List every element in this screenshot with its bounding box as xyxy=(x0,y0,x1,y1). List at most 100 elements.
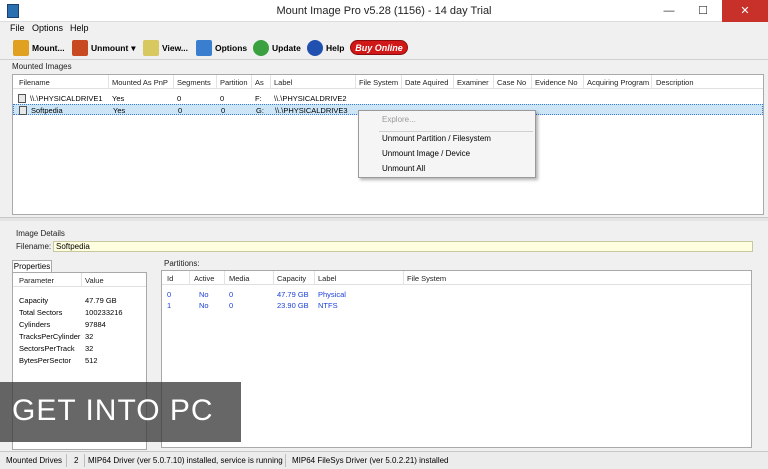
row-filename: \\.\PHYSICALDRIVE1 xyxy=(30,94,103,103)
col-as[interactable]: As xyxy=(255,78,264,87)
options-button[interactable]: Options xyxy=(196,39,247,57)
col-evidence[interactable]: Evidence No xyxy=(535,78,578,87)
partitions-grid[interactable]: Id Active Media Capacity Label File Syst… xyxy=(161,270,752,448)
part-active: No xyxy=(199,290,209,299)
view-button[interactable]: View... xyxy=(143,39,188,57)
status-filesys-driver: MIP64 FileSys Driver (ver 5.0.2.21) inst… xyxy=(292,456,449,465)
menu-separator xyxy=(379,131,533,132)
menu-unmount-partition[interactable]: Unmount Partition / Filesystem xyxy=(382,134,491,143)
param-value: 512 xyxy=(85,356,98,365)
col-value[interactable]: Value xyxy=(85,276,104,285)
param-name: Capacity xyxy=(19,296,49,305)
row-partition: 0 xyxy=(220,94,225,103)
col-parameter[interactable]: Parameter xyxy=(19,276,54,285)
minimize-button[interactable]: — xyxy=(654,0,684,22)
part-label: Physical xyxy=(318,290,346,299)
menu-options[interactable]: Options xyxy=(32,23,63,33)
table-row: Capacity 47.79 GB xyxy=(13,295,146,306)
context-menu: Explore... Unmount Partition / Filesyste… xyxy=(358,110,536,178)
unmount-button[interactable]: Unmount ▾ xyxy=(72,39,136,57)
partitions-label: Partitions: xyxy=(164,259,200,268)
drive-icon xyxy=(19,106,27,115)
col-capacity[interactable]: Capacity xyxy=(277,274,306,283)
part-id: 0 xyxy=(167,290,172,299)
col-media[interactable]: Media xyxy=(229,274,249,283)
magnifier-icon xyxy=(143,40,159,56)
menu-unmount-image[interactable]: Unmount Image / Device xyxy=(382,149,470,158)
status-count: 2 xyxy=(74,456,79,465)
col-date[interactable]: Date Aquired xyxy=(405,78,448,87)
col-caseno[interactable]: Case No xyxy=(497,78,526,87)
mounted-images-label: Mounted Images xyxy=(12,62,72,71)
maximize-button[interactable]: ☐ xyxy=(688,0,718,22)
image-details-label: Image Details xyxy=(16,229,65,238)
filename-field[interactable]: Softpedia xyxy=(53,241,753,252)
param-name: SectorsPerTrack xyxy=(19,344,75,353)
col-pnp[interactable]: Mounted As PnP xyxy=(112,78,168,87)
mount-button[interactable]: Mount... xyxy=(13,39,65,57)
col-description[interactable]: Description xyxy=(656,78,694,87)
col-acquiring[interactable]: Acquiring Program xyxy=(587,78,649,87)
row-segments: 0 xyxy=(178,106,183,115)
splitter[interactable] xyxy=(0,217,768,221)
col-partition[interactable]: Partition xyxy=(220,78,248,87)
row-partition: 0 xyxy=(221,106,226,115)
param-value: 32 xyxy=(85,344,94,353)
col-label[interactable]: Label xyxy=(274,78,292,87)
param-name: TracksPerCylinder xyxy=(19,332,81,341)
param-name: Cylinders xyxy=(19,320,51,329)
help-button[interactable]: Help xyxy=(307,39,344,57)
help-icon xyxy=(307,40,323,56)
param-name: Total Sectors xyxy=(19,308,63,317)
col-active[interactable]: Active xyxy=(194,274,214,283)
menu-help[interactable]: Help xyxy=(70,23,89,33)
table-row: Cylinders 97884 xyxy=(13,319,146,330)
col-segments[interactable]: Segments xyxy=(177,78,211,87)
col-filesystem[interactable]: File System xyxy=(359,78,398,87)
table-row[interactable]: 1 No 0 23.90 GB NTFS xyxy=(162,300,751,311)
part-id: 1 xyxy=(167,301,172,310)
row-filename: Softpedia xyxy=(31,106,63,115)
menu-explore[interactable]: Explore... xyxy=(382,115,416,124)
col-filesystem[interactable]: File System xyxy=(407,274,446,283)
table-row: SectorsPerTrack 32 xyxy=(13,343,146,354)
mount-label: Mount... xyxy=(32,43,65,53)
buy-online-button[interactable]: Buy Online xyxy=(350,40,408,55)
menu-unmount-all[interactable]: Unmount All xyxy=(382,164,425,173)
drive-icon xyxy=(18,94,26,103)
param-name: BytesPerSector xyxy=(19,356,72,365)
row-label: \\.\PHYSICALDRIVE3 xyxy=(275,106,348,115)
grid-header: Filename Mounted As PnP Segments Partiti… xyxy=(13,75,763,89)
row-as: G: xyxy=(256,106,264,115)
part-media: 0 xyxy=(229,301,234,310)
window-title: Mount Image Pro v5.28 (1156) - 14 day Tr… xyxy=(276,5,492,17)
options-icon xyxy=(196,40,212,56)
status-driver: MIP64 Driver (ver 5.0.7.10) installed, s… xyxy=(88,456,283,465)
col-id[interactable]: Id xyxy=(167,274,173,283)
table-row[interactable]: 0 No 0 47.79 GB Physical xyxy=(162,289,751,300)
menu-file[interactable]: File xyxy=(10,23,25,33)
table-row: BytesPerSector 512 xyxy=(13,355,146,366)
update-button[interactable]: Update xyxy=(253,39,301,57)
watermark: GET INTO PC xyxy=(0,382,241,442)
row-pnp: Yes xyxy=(112,94,125,103)
row-segments: 0 xyxy=(177,94,182,103)
table-row: Total Sectors 100233216 xyxy=(13,307,146,318)
toolbar: Mount... Unmount ▾ View... Options Updat… xyxy=(0,36,768,60)
row-as: F: xyxy=(255,94,262,103)
param-value: 97884 xyxy=(85,320,106,329)
part-capacity: 47.79 GB xyxy=(277,290,309,299)
watermark-text: GET INTO PC xyxy=(12,394,214,427)
col-examiner[interactable]: Examiner xyxy=(457,78,489,87)
col-label[interactable]: Label xyxy=(318,274,336,283)
globe-icon xyxy=(253,40,269,56)
param-value: 100233216 xyxy=(85,308,123,317)
title-bar: Mount Image Pro v5.28 (1156) - 14 day Tr… xyxy=(0,0,768,22)
unmount-label: Unmount xyxy=(91,43,129,53)
filename-label: Filename: xyxy=(16,242,52,251)
close-button[interactable]: ✕ xyxy=(722,0,768,22)
col-filename[interactable]: Filename xyxy=(19,78,50,87)
chevron-down-icon[interactable]: ▾ xyxy=(131,43,135,54)
grid-header: Id Active Media Capacity Label File Syst… xyxy=(162,271,751,285)
table-row[interactable]: \\.\PHYSICALDRIVE1 Yes 0 0 F: \\.\PHYSIC… xyxy=(13,93,763,104)
